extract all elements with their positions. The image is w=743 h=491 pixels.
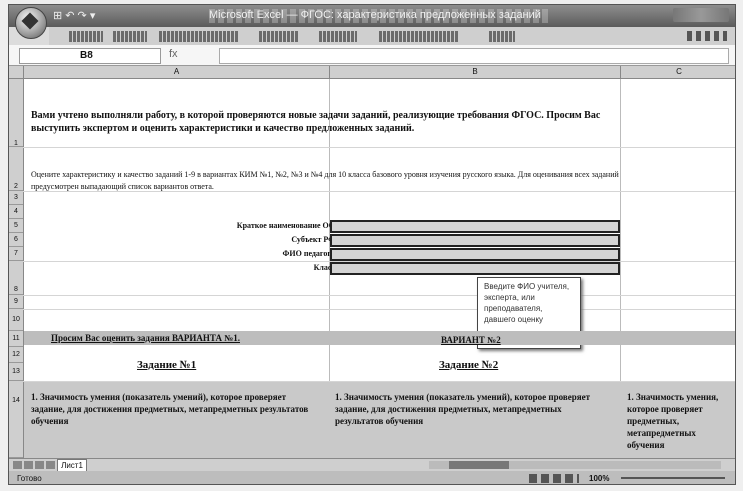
formula-input[interactable] (219, 48, 729, 64)
window-title: Microsoft Excel — ФГОС: характеристика п… (209, 9, 549, 23)
tab-insert[interactable] (113, 31, 147, 42)
task-1-header: Задание №1 (137, 359, 197, 371)
gridline (23, 295, 735, 296)
row-header[interactable]: 2 (9, 147, 23, 191)
row-header[interactable]: 6 (9, 233, 23, 247)
tab-formulas[interactable] (259, 31, 299, 42)
status-text: Готово (17, 474, 42, 483)
row-header[interactable]: 10 (9, 309, 23, 331)
row-header[interactable]: 1 (9, 79, 23, 147)
status-bar: Готово 100% (9, 471, 735, 484)
row-header[interactable]: 7 (9, 247, 23, 261)
row-header[interactable]: 3 (9, 191, 23, 205)
select-all-corner[interactable] (9, 66, 24, 78)
title-bar: ⊞ ↶ ↷ ▾ Microsoft Excel — ФГОС: характер… (9, 5, 735, 27)
teacher-name-input[interactable] (330, 248, 620, 261)
next-sheet-icon[interactable] (35, 461, 44, 469)
row-header[interactable]: 12 (9, 347, 23, 363)
task-2-header: Задание №2 (439, 359, 499, 371)
row-header[interactable]: 11 (9, 331, 23, 347)
row-headers: 1 2 3 4 5 6 7 8 9 10 11 12 13 14 (9, 79, 24, 458)
gridline (23, 309, 735, 310)
column-header-c[interactable]: C (621, 66, 735, 78)
zoom-slider[interactable] (621, 477, 725, 479)
field-label-teacher: ФИО педагога (282, 249, 335, 258)
variant-1-title: Просим Вас оценить задания ВАРИАНТА №1. (51, 333, 240, 343)
row-header[interactable]: 9 (9, 295, 23, 309)
column-header-b[interactable]: B (330, 66, 621, 78)
view-buttons[interactable] (529, 474, 579, 483)
ribbon-tabs (49, 27, 735, 45)
tab-home[interactable] (69, 31, 103, 42)
row-header[interactable]: 13 (9, 363, 23, 381)
last-sheet-icon[interactable] (46, 461, 55, 469)
scroll-thumb[interactable] (449, 461, 509, 469)
field-label-region: Субъект РФ (291, 235, 335, 244)
worksheet-grid[interactable]: 1 2 3 4 5 6 7 8 9 10 11 12 13 14 Вами уч… (9, 79, 735, 458)
zoom-level[interactable]: 100% (589, 474, 617, 483)
column-header-a[interactable]: A (24, 66, 330, 78)
ribbon-help-controls[interactable] (687, 31, 727, 41)
gridline (23, 147, 735, 148)
formula-bar: B8 fx (9, 45, 735, 66)
column-headers: A B C (9, 66, 735, 79)
fx-icon[interactable]: fx (169, 48, 209, 62)
sheet-tabs-bar: Лист1 (9, 458, 735, 472)
intro-text: Вами учтено выполняли работу, в которой … (31, 110, 601, 134)
task-2-description: 1. Значимость умения (показатель умений)… (335, 392, 591, 426)
tab-page-layout[interactable] (159, 31, 239, 42)
prev-sheet-icon[interactable] (24, 461, 33, 469)
office-logo-icon (21, 12, 39, 30)
row-header[interactable]: 4 (9, 205, 23, 219)
excel-window: ⊞ ↶ ↷ ▾ Microsoft Excel — ФГОС: характер… (8, 4, 736, 485)
name-box-value: B8 (80, 50, 93, 61)
region-input[interactable] (330, 234, 620, 247)
row-header[interactable]: 8 (9, 261, 23, 295)
task-3-description: 1. Значимость умения, которое проверяет … (627, 392, 719, 450)
school-name-input[interactable] (330, 220, 620, 233)
field-label-school: Краткое наименование ОО (236, 221, 335, 230)
horizontal-scrollbar[interactable] (429, 461, 721, 469)
name-box[interactable]: B8 (19, 48, 161, 64)
office-button[interactable] (15, 7, 47, 39)
tab-data[interactable] (319, 31, 357, 42)
instruction-text: Оцените характеристику и качество задани… (31, 170, 619, 191)
row-header[interactable]: 14 (9, 381, 23, 458)
field-label-class: Класс (313, 263, 335, 272)
task-1-description: 1. Значимость умения (показатель умений)… (31, 392, 309, 426)
tab-review[interactable] (379, 31, 459, 42)
window-controls[interactable] (673, 8, 729, 22)
row-header[interactable]: 5 (9, 219, 23, 233)
quick-access-toolbar[interactable]: ⊞ ↶ ↷ ▾ (53, 9, 133, 23)
variant-2-title: ВАРИАНТ №2 (441, 335, 501, 345)
first-sheet-icon[interactable] (13, 461, 22, 469)
class-input[interactable] (330, 262, 620, 275)
tab-view[interactable] (489, 31, 515, 42)
